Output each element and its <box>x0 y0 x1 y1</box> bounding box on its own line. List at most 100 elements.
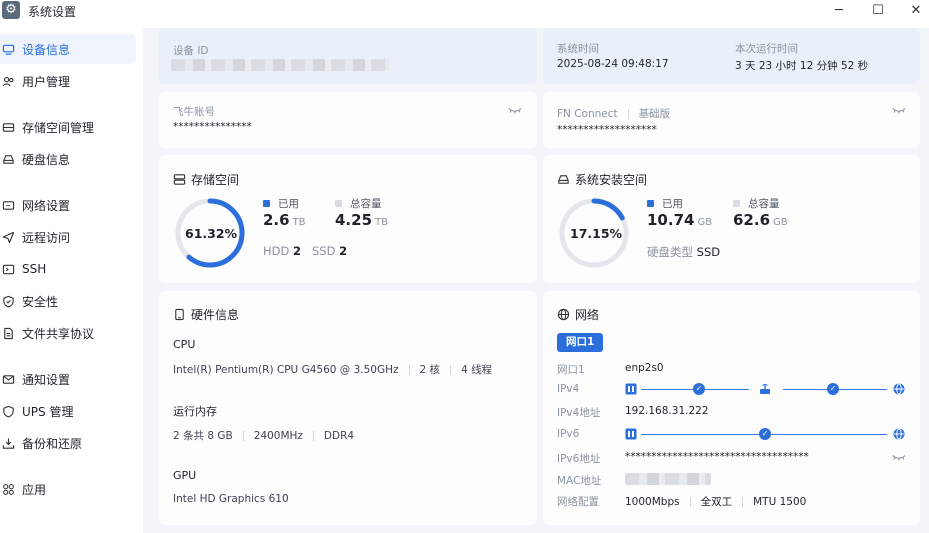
eye-closed-icon[interactable] <box>892 107 906 115</box>
storage-header: 存储空间 <box>173 171 239 188</box>
sidebar-item-device-info[interactable]: 设备信息 <box>0 34 136 64</box>
network-config-value: 1000Mbps 全双工 MTU 1500 <box>625 496 807 508</box>
account-label: 飞牛账号 <box>173 106 215 118</box>
storage-percent: 61.32% <box>185 226 238 241</box>
ipv4-address-label: IPv4地址 <box>557 407 601 419</box>
network-config-label: 网络配置 <box>557 496 599 508</box>
terminal-icon <box>1 262 15 276</box>
sidebar-item-label: 安全性 <box>22 294 59 309</box>
memory-label: 运行内存 <box>173 405 217 418</box>
sidebar-item-disks[interactable]: 硬盘信息 <box>0 144 136 174</box>
sidebar-item-label: 通知设置 <box>22 372 71 387</box>
system-storage-header: 系统安装空间 <box>557 171 647 188</box>
globe-icon <box>557 308 570 321</box>
sidebar-item-notifications[interactable]: 通知设置 <box>0 364 136 394</box>
sidebar-item-network[interactable]: 网络设置 <box>0 190 136 220</box>
port-label: 网口1 <box>557 364 585 376</box>
account-card: 飞牛账号 *************** <box>159 92 537 148</box>
system-time-card: 系统时间 2025-08-24 09:48:17 本次运行时间 3 天 23 小… <box>543 28 920 84</box>
sidebar-item-label: 设备信息 <box>22 42 71 57</box>
ipv4-label: IPv4 <box>557 383 580 395</box>
title-bar: ⚙ 系统设置 ─ ☐ ✕ <box>0 0 929 28</box>
sidebar-item-apps[interactable]: 应用 <box>0 474 136 504</box>
fn-connect-card: FN Connect 基础版 ******************* <box>543 92 920 148</box>
network-title: 网络 <box>575 308 600 322</box>
router-icon <box>760 384 770 394</box>
sidebar-item-label: 文件共享协议 <box>22 326 95 341</box>
disk-icon <box>558 175 569 184</box>
sidebar-item-ssh[interactable]: SSH <box>0 254 136 284</box>
port-icon <box>625 383 637 395</box>
ipv6-label: IPv6 <box>557 428 580 440</box>
sidebar-item-label: 备份和还原 <box>22 436 83 451</box>
sidebar-item-users[interactable]: 用户管理 <box>0 66 136 96</box>
sidebar-item-label: SSH <box>22 262 47 276</box>
network-header: 网络 <box>557 306 599 323</box>
fn-connect-edition: 基础版 <box>638 108 671 120</box>
check-icon: ✓ <box>827 383 839 395</box>
fn-connect-label: FN Connect 基础版 <box>557 106 670 121</box>
sidebar-item-label: 存储空间管理 <box>22 120 95 135</box>
check-icon: ✓ <box>693 383 705 395</box>
mac-redacted <box>625 473 711 485</box>
sidebar-item-label: 应用 <box>22 482 47 497</box>
cpu-label: CPU <box>173 338 196 351</box>
sidebar-item-label: 远程访问 <box>22 230 71 245</box>
sidebar-item-security[interactable]: 安全性 <box>0 286 136 316</box>
device-id-card: 设备 ID <box>159 28 537 84</box>
storage-icon <box>1 120 15 134</box>
disk-counts: HDD 2 SSD 2 <box>263 244 348 258</box>
globe-icon <box>893 428 905 440</box>
send-icon <box>1 230 15 244</box>
port-value: enp2s0 <box>625 362 664 374</box>
storage-total-value: 4.25 TB <box>335 211 388 229</box>
memory-info: 2 条共 8 GB 2400MHz DDR4 <box>173 430 355 442</box>
storage-icon <box>173 174 186 185</box>
hardware-title: 硬件信息 <box>191 308 240 322</box>
close-button[interactable]: ✕ <box>904 1 928 19</box>
globe-icon <box>893 383 905 395</box>
eye-closed-icon[interactable] <box>508 107 522 115</box>
check-icon: ✓ <box>759 428 771 440</box>
sidebar-item-storage[interactable]: 存储空间管理 <box>0 112 136 142</box>
system-used-legend: 已用 <box>647 196 683 211</box>
sidebar-item-file-sharing[interactable]: 文件共享协议 <box>0 318 136 348</box>
network-card: 网络 网口1 网口1 enp2s0 IPv4 ✓ ✓ IPv4地址 192.16… <box>543 291 920 525</box>
sidebar-item-label: 用户管理 <box>22 74 71 89</box>
system-time-label: 系统时间 <box>557 43 599 55</box>
disk-icon <box>1 152 15 166</box>
uptime-value: 3 天 23 小时 12 分钟 52 秒 <box>735 60 869 72</box>
hardware-card: 硬件信息 CPU Intel(R) Pentium(R) CPU G4560 @… <box>159 291 537 525</box>
eye-closed-icon[interactable] <box>892 454 906 462</box>
system-storage-title: 系统安装空间 <box>575 173 648 187</box>
system-storage-percent: 17.15% <box>570 226 623 241</box>
device-id-redacted <box>171 59 389 71</box>
sidebar-item-backup[interactable]: 备份和还原 <box>0 428 136 458</box>
sidebar: 设备信息 用户管理 存储空间管理 硬盘信息 网络设置 远程访问 SSH 安全性 … <box>0 28 143 533</box>
fn-connect-name: FN Connect <box>557 108 618 120</box>
ipv6-address-label: IPv6地址 <box>557 453 601 465</box>
port-icon <box>625 428 637 440</box>
system-time-value: 2025-08-24 09:48:17 <box>557 58 669 70</box>
account-value: *************** <box>173 121 252 133</box>
ipv6-address-value: *********************************** <box>625 451 809 463</box>
backup-icon <box>1 436 15 450</box>
uptime-label: 本次运行时间 <box>735 43 798 55</box>
sidebar-item-ups[interactable]: UPS 管理 <box>0 396 136 426</box>
system-total-value: 62.6 GB <box>733 211 788 229</box>
shield-icon <box>1 294 15 308</box>
storage-used-value: 2.6 TB <box>263 211 306 229</box>
maximize-button[interactable]: ☐ <box>866 1 890 19</box>
disk-type: 硬盘类型 SSD <box>647 245 721 259</box>
sidebar-item-label: UPS 管理 <box>22 404 74 419</box>
port-tab[interactable]: 网口1 <box>557 333 604 352</box>
sidebar-item-remote[interactable]: 远程访问 <box>0 222 136 252</box>
mail-icon <box>1 372 15 386</box>
hardware-header: 硬件信息 <box>173 306 239 323</box>
network-icon <box>1 198 15 212</box>
minimize-button[interactable]: ─ <box>827 1 851 19</box>
system-total-legend: 总容量 <box>733 196 780 211</box>
gear-icon: ⚙ <box>2 1 20 19</box>
sidebar-item-label: 网络设置 <box>22 198 71 213</box>
storage-total-legend: 总容量 <box>335 196 382 211</box>
